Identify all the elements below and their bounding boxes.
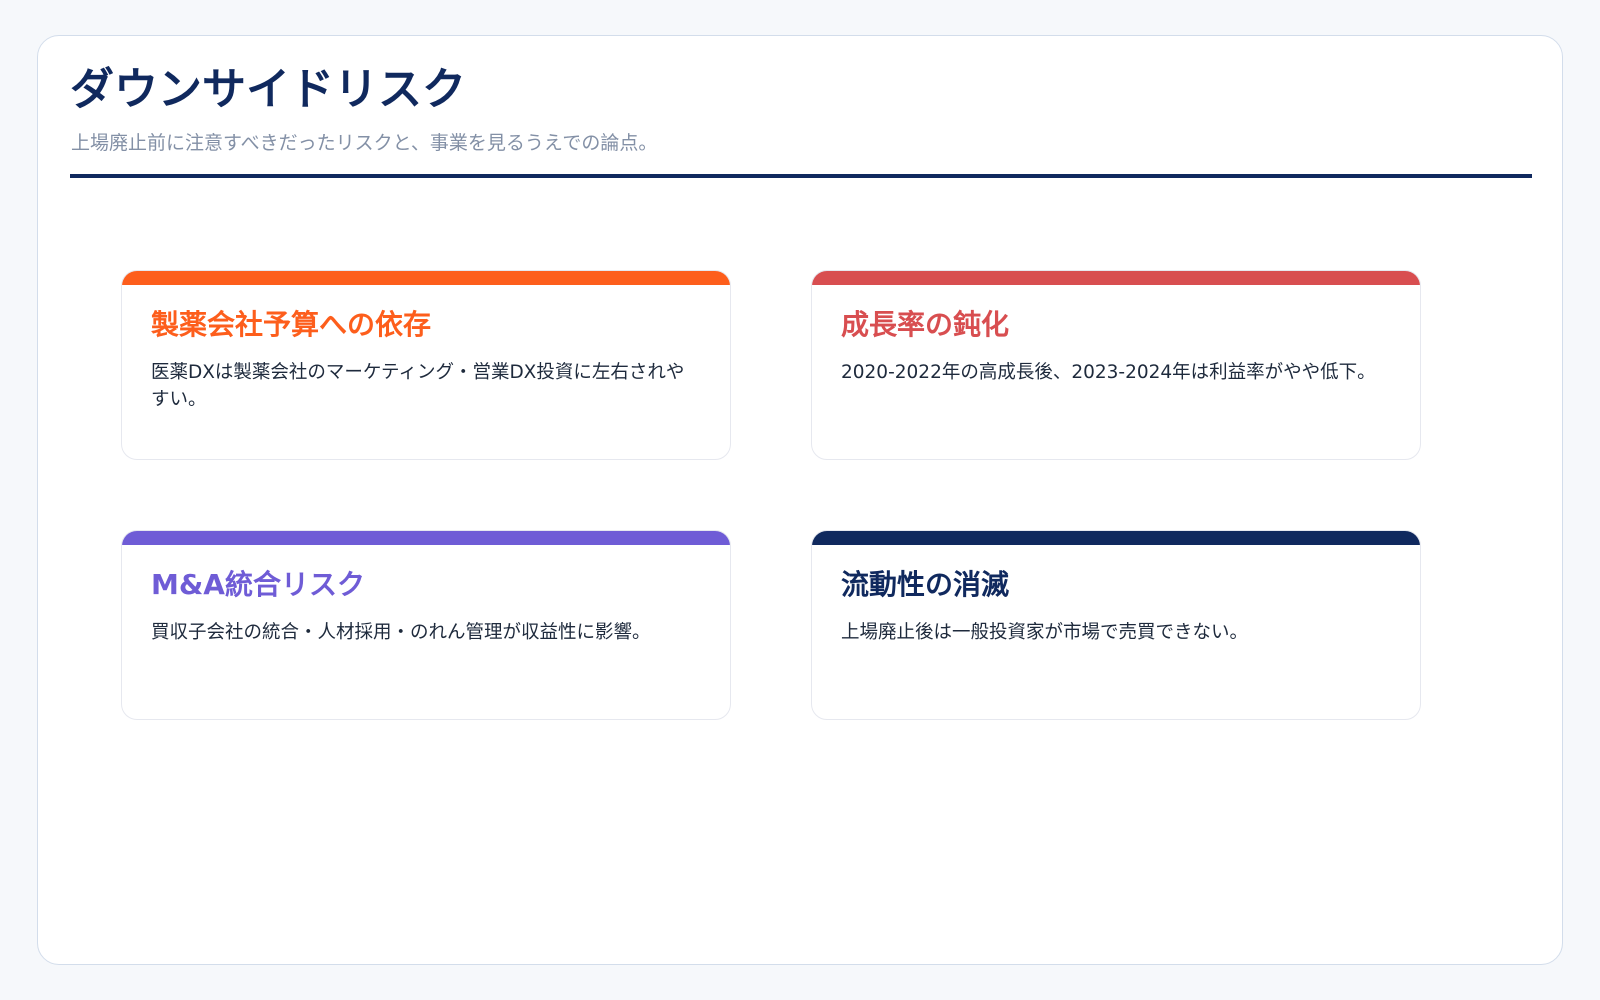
risk-card-growth-slowdown: 成長率の鈍化 2020-2022年の高成長後、2023-2024年は利益率がやや… <box>811 270 1421 460</box>
card-accent-bar <box>122 271 730 285</box>
title-divider <box>70 174 1532 178</box>
card-accent-bar <box>812 271 1420 285</box>
card-description: 医薬DXは製薬会社のマーケティング・営業DX投資に左右されやすい。 <box>151 362 685 410</box>
card-description: 2020-2022年の高成長後、2023-2024年は利益率がやや低下。 <box>841 362 1376 383</box>
risk-card-ma-integration: M&A統合リスク 買収子会社の統合・人材採用・のれん管理が収益性に影響。 <box>121 530 731 720</box>
risk-card-pharma-budget: 製薬会社予算への依存 医薬DXは製薬会社のマーケティング・営業DX投資に左右され… <box>121 270 731 460</box>
risk-card-liquidity-loss: 流動性の消滅 上場廃止後は一般投資家が市場で売買できない。 <box>811 530 1421 720</box>
page-subtitle: 上場廃止前に注意すべきだったリスクと、事業を見るうえでの論点。 <box>71 132 658 154</box>
card-title: 成長率の鈍化 <box>841 308 1010 341</box>
card-accent-bar <box>812 531 1420 545</box>
content-panel: ダウンサイドリスク 上場廃止前に注意すべきだったリスクと、事業を見るうえでの論点… <box>37 35 1563 965</box>
card-title: 製薬会社予算への依存 <box>151 308 432 341</box>
card-description: 買収子会社の統合・人材採用・のれん管理が収益性に影響。 <box>151 622 651 643</box>
card-title: 流動性の消滅 <box>841 568 1010 601</box>
card-description: 上場廃止後は一般投資家が市場で売買できない。 <box>841 622 1249 643</box>
card-accent-bar <box>122 531 730 545</box>
page-title: ダウンサイドリスク <box>70 64 466 115</box>
card-title: M&A統合リスク <box>151 568 365 601</box>
